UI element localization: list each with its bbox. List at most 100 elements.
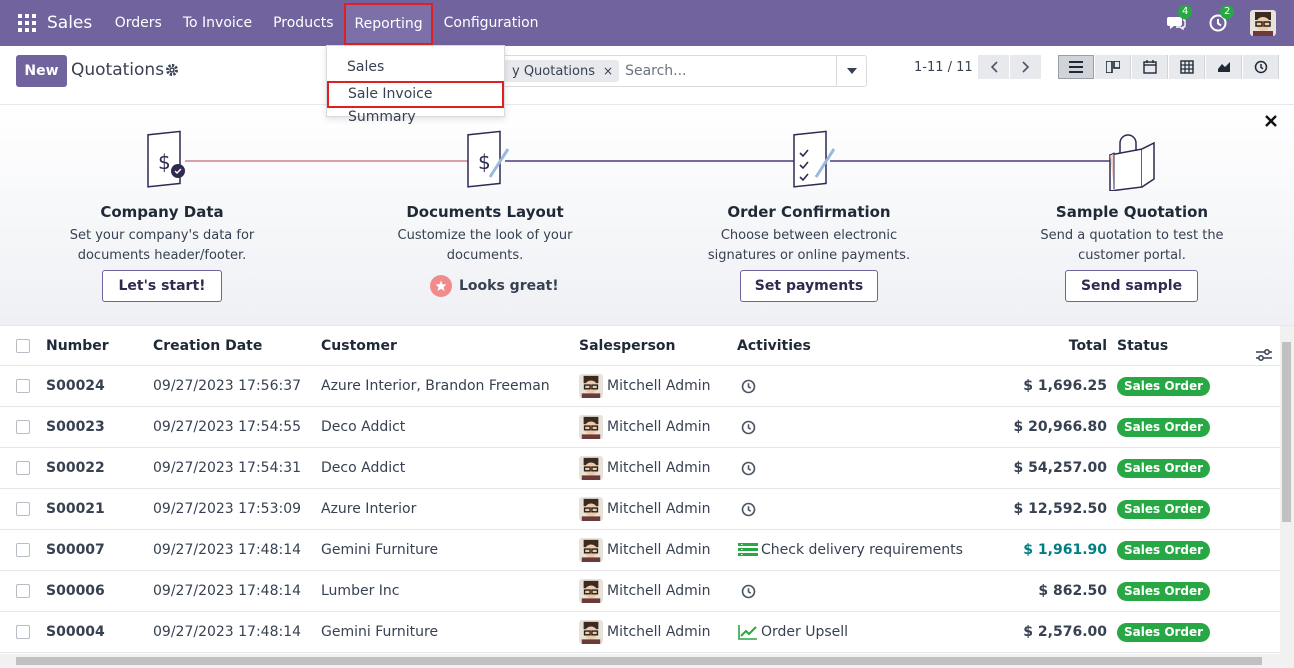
menu-orders[interactable]: Orders <box>104 0 172 46</box>
clock-icon[interactable] <box>741 502 756 517</box>
salesperson-name: Mitchell Admin <box>607 542 711 558</box>
chart-line-icon[interactable] <box>738 624 758 640</box>
onboarding-step-documents-layout: Documents Layout Customize the look of y… <box>365 105 605 266</box>
step-title: Order Confirmation <box>727 203 891 221</box>
status-badge: Sales Order <box>1117 459 1211 478</box>
reporting-dropdown: Sales Sale Invoice Summary <box>326 45 505 125</box>
table-row[interactable]: S00021 09/27/2023 17:53:09 Azure Interior M… <box>0 489 1280 530</box>
row-checkbox[interactable] <box>16 584 30 598</box>
app-name[interactable]: Sales <box>47 13 92 33</box>
view-pivot-button[interactable] <box>1169 55 1205 79</box>
header-number[interactable]: Number <box>46 326 109 366</box>
dropdown-item-sale-invoice-summary[interactable]: Sale Invoice Summary <box>327 81 504 125</box>
pager-value[interactable]: 1-11 / 11 <box>914 60 973 75</box>
header-activities[interactable]: Activities <box>737 326 811 366</box>
activities-badge: 2 <box>1220 5 1235 19</box>
total-amount: $ 862.50 <box>1038 583 1107 599</box>
row-checkbox[interactable] <box>16 420 30 434</box>
view-activity-button[interactable] <box>1243 55 1279 79</box>
vertical-scrollbar[interactable] <box>1280 326 1294 654</box>
onboarding-banner: $ Company Data Set your company's data f… <box>0 104 1294 326</box>
table-row[interactable]: S00024 09/27/2023 17:56:37 Azure Interior,… <box>0 366 1280 407</box>
horizontal-scrollbar[interactable] <box>0 654 1294 668</box>
header-status[interactable]: Status <box>1117 326 1168 366</box>
view-list-button[interactable] <box>1058 55 1094 79</box>
send-sample-button[interactable]: Send sample <box>1065 270 1198 302</box>
creation-date: 09/27/2023 17:54:55 <box>153 419 302 435</box>
table-row[interactable]: S00004 09/27/2023 17:48:14 Gemini Furnitur… <box>0 612 1280 653</box>
salesperson-avatar <box>579 415 603 439</box>
new-button[interactable]: New <box>16 55 67 87</box>
view-graph-button[interactable] <box>1206 55 1242 79</box>
pager-previous-button[interactable] <box>978 55 1009 79</box>
select-all-checkbox[interactable] <box>16 339 30 353</box>
looks-great-status: Looks great! <box>430 275 559 297</box>
lets-start-button[interactable]: Let's start! <box>102 270 222 302</box>
list-view-icon <box>1069 61 1083 73</box>
total-amount: $ 2,576.00 <box>1023 624 1107 640</box>
apps-grid-icon[interactable] <box>18 14 36 32</box>
chevron-right-icon <box>1021 61 1029 73</box>
pager-next-button[interactable] <box>1010 55 1041 79</box>
salesperson-name: Mitchell Admin <box>607 378 711 394</box>
view-calendar-button[interactable] <box>1132 55 1168 79</box>
view-kanban-button[interactable] <box>1095 55 1131 79</box>
total-amount: $ 20,966.80 <box>1013 419 1107 435</box>
table-header: Number Creation Date Customer Salesperso… <box>0 326 1280 366</box>
horizontal-scroll-thumb[interactable] <box>16 657 1262 665</box>
set-payments-button[interactable]: Set payments <box>740 270 878 302</box>
facet-label: y Quotations <box>512 63 595 79</box>
clock-view-icon <box>1254 60 1267 74</box>
creation-date: 09/27/2023 17:48:14 <box>153 542 302 558</box>
row-checkbox[interactable] <box>16 502 30 516</box>
step-title: Documents Layout <box>406 203 564 221</box>
calendar-view-icon <box>1142 60 1157 74</box>
clock-icon[interactable] <box>741 420 756 435</box>
salesperson-avatar <box>579 497 603 521</box>
step-description: Send a quotation to test the customer po… <box>1040 228 1224 263</box>
row-checkbox[interactable] <box>16 543 30 557</box>
messages-badge: 4 <box>1178 5 1193 19</box>
activity-clock-icon[interactable]: 2 <box>1208 5 1235 33</box>
area-chart-icon <box>1217 62 1230 72</box>
table-row[interactable]: S00023 09/27/2023 17:54:55 Deco Addict Mitc… <box>0 407 1280 448</box>
salesperson-name: Mitchell Admin <box>607 460 711 476</box>
activity-summary[interactable]: Order Upsell <box>761 612 848 652</box>
chat-icon[interactable]: 4 <box>1166 5 1193 33</box>
clock-icon[interactable] <box>741 584 756 599</box>
creation-date: 09/27/2023 17:53:09 <box>153 501 302 517</box>
search-input[interactable]: Search... <box>625 63 836 79</box>
vertical-scroll-thumb[interactable] <box>1282 342 1291 522</box>
total-amount: $ 1,696.25 <box>1023 378 1107 394</box>
header-total[interactable]: Total <box>987 326 1107 366</box>
row-checkbox[interactable] <box>16 625 30 639</box>
row-checkbox[interactable] <box>16 461 30 475</box>
salesperson-name: Mitchell Admin <box>607 501 711 517</box>
clock-icon[interactable] <box>741 379 756 394</box>
gear-icon[interactable] <box>165 63 179 77</box>
top-navbar: Sales Orders To Invoice Products Reporti… <box>0 0 1294 46</box>
creation-date: 09/27/2023 17:56:37 <box>153 378 302 394</box>
list-icon[interactable] <box>738 542 758 558</box>
header-customer[interactable]: Customer <box>321 326 397 366</box>
row-checkbox[interactable] <box>16 379 30 393</box>
header-salesperson[interactable]: Salesperson <box>579 326 676 366</box>
user-avatar[interactable] <box>1250 10 1276 36</box>
clock-icon[interactable] <box>741 461 756 476</box>
table-row[interactable]: S00006 09/27/2023 17:48:14 Lumber Inc Mitch… <box>0 571 1280 612</box>
menu-products[interactable]: Products <box>263 0 344 46</box>
header-creation-date[interactable]: Creation Date <box>153 326 262 366</box>
chevron-left-icon <box>990 61 998 73</box>
facet-remove-icon[interactable]: × <box>603 64 613 78</box>
activity-summary[interactable]: Check delivery requirements <box>761 530 963 570</box>
column-settings-icon[interactable] <box>1256 338 1272 361</box>
menu-configuration[interactable]: Configuration <box>433 0 549 46</box>
quotation-number: S00022 <box>46 460 105 476</box>
menu-reporting[interactable]: Reporting <box>344 3 434 45</box>
table-row[interactable]: S00022 09/27/2023 17:54:31 Deco Addict Mitc… <box>0 448 1280 489</box>
dropdown-item-sales[interactable]: Sales <box>327 54 504 81</box>
close-banner-icon[interactable] <box>1264 114 1278 128</box>
search-options-toggle[interactable] <box>836 56 866 86</box>
menu-to-invoice[interactable]: To Invoice <box>172 0 262 46</box>
table-row[interactable]: S00007 09/27/2023 17:48:14 Gemini Furnitur… <box>0 530 1280 571</box>
